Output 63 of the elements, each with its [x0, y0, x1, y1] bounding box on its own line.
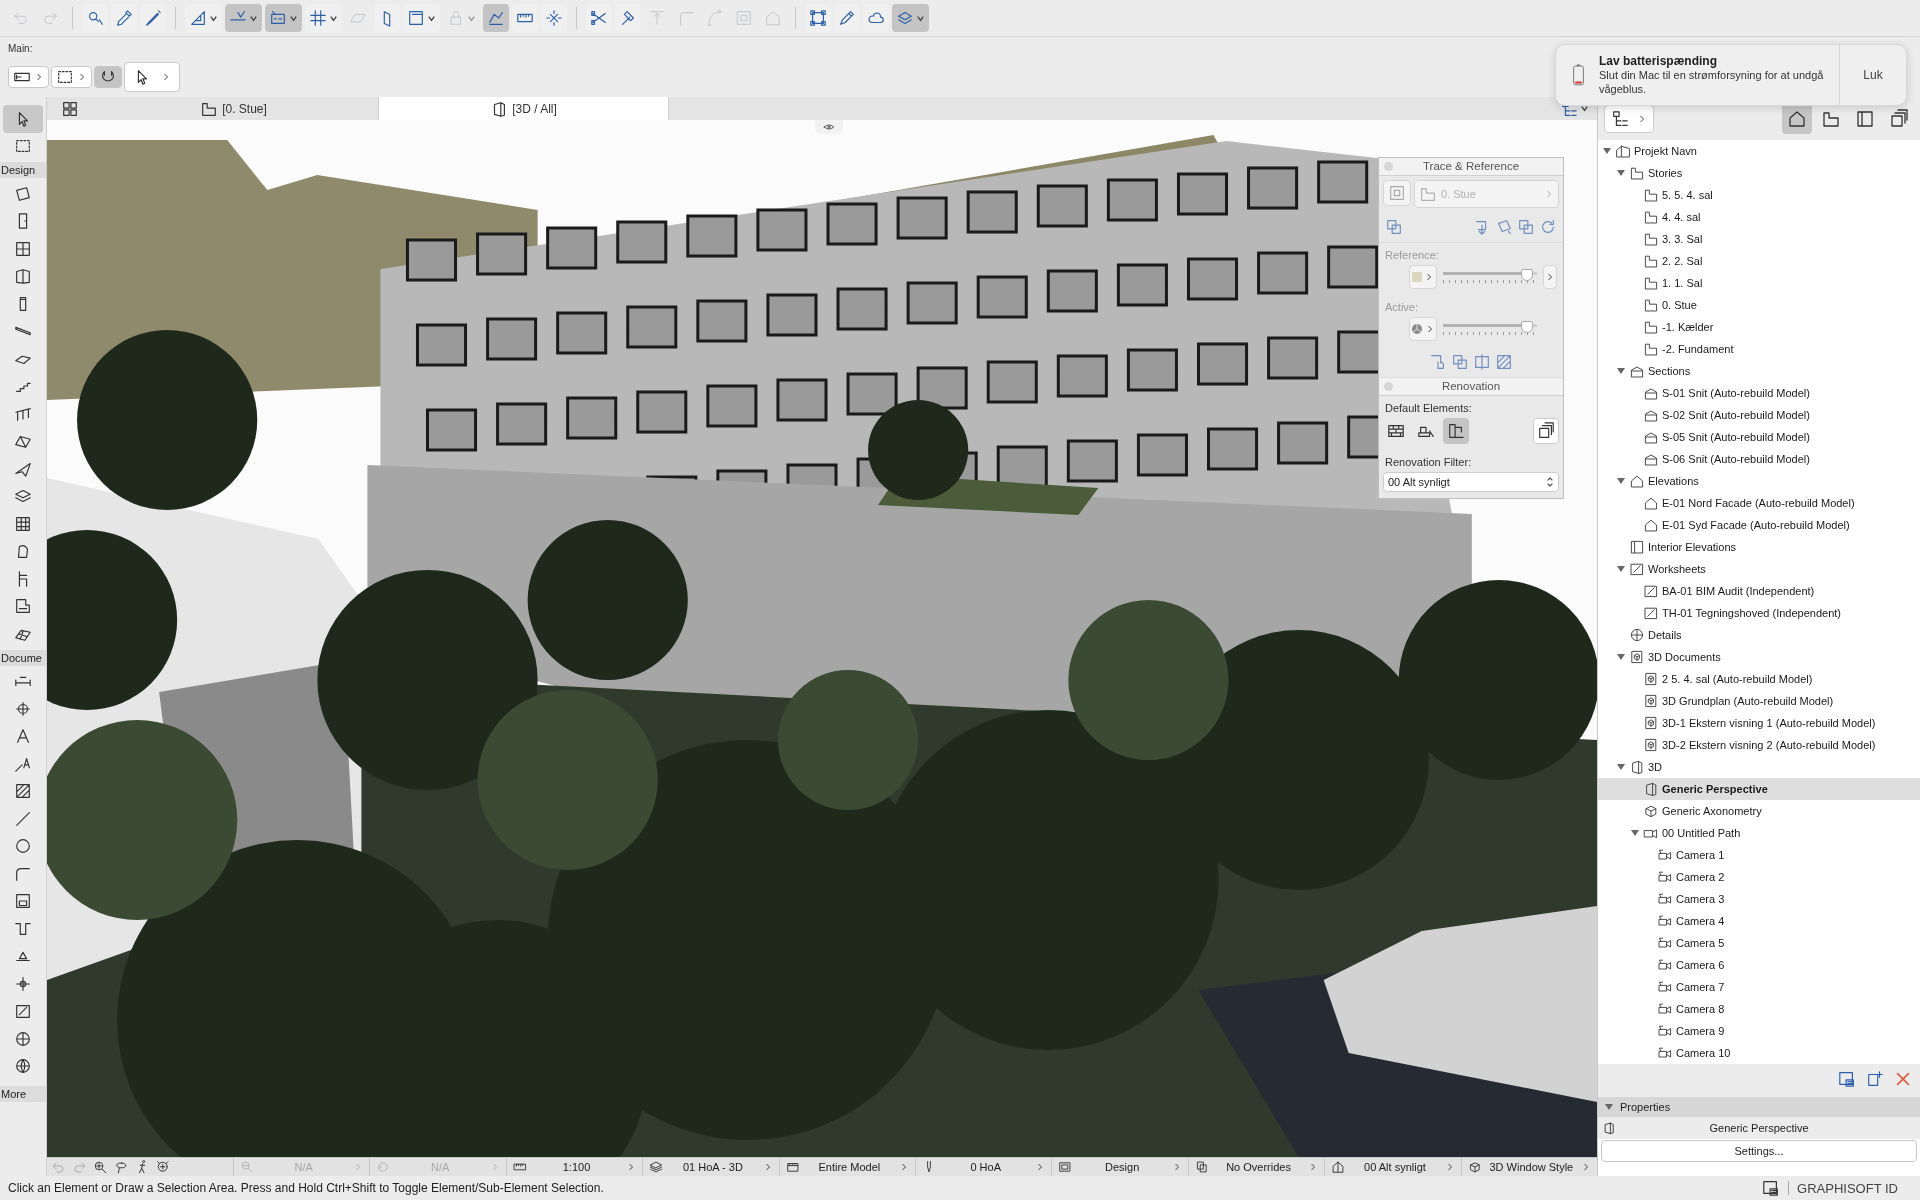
tree-item[interactable]: Elevations — [1598, 470, 1920, 492]
tree-item[interactable]: Details — [1598, 624, 1920, 646]
tree-item[interactable]: Generic Axonometry — [1598, 800, 1920, 822]
tree-item[interactable]: Camera 1 — [1598, 844, 1920, 866]
tree-item[interactable]: Camera 5 — [1598, 932, 1920, 954]
properties-header[interactable]: Properties — [1598, 1097, 1920, 1117]
palette-title: Trace & Reference — [1422, 160, 1520, 172]
tree-item[interactable]: Projekt Navn — [1598, 140, 1920, 162]
toolbox-section-header[interactable]: Docume — [0, 649, 46, 666]
tree-item[interactable]: Camera 10 — [1598, 1042, 1920, 1064]
tree-item[interactable]: S-02 Snit (Auto-rebuild Model) — [1598, 404, 1920, 426]
notification-title: Lav batterispænding — [1599, 54, 1718, 68]
tree-item[interactable]: Generic Perspective — [1598, 778, 1920, 800]
tree-item[interactable]: Camera 6 — [1598, 954, 1920, 976]
properties-title: Properties — [1620, 1101, 1671, 1113]
tree-item[interactable]: 3. 3. Sal — [1598, 228, 1920, 250]
tree-item[interactable]: S-01 Snit (Auto-rebuild Model) — [1598, 382, 1920, 404]
tree-item[interactable]: 1. 1. Sal — [1598, 272, 1920, 294]
tree-item[interactable]: BA-01 BIM Audit (Independent) — [1598, 580, 1920, 602]
toolbox-section-header[interactable]: Design — [0, 162, 46, 178]
status-message: Click an Element or Draw a Selection Area. Press and Hold Ctrl+Shift to Toggle Element/Sub-Element Selection. — [8, 1181, 604, 1195]
tree-item[interactable]: Stories — [1598, 162, 1920, 184]
tree-item[interactable]: Camera 2 — [1598, 866, 1920, 888]
tree-item[interactable]: 3D-1 Ekstern visning 1 (Auto-rebuild Model) — [1598, 712, 1920, 734]
tree-item[interactable]: Camera 8 — [1598, 998, 1920, 1020]
tree-item[interactable]: 3D Documents — [1598, 646, 1920, 668]
account-link[interactable]: GRAPHISOFT ID — [1797, 1180, 1912, 1196]
tree-item[interactable]: Sections — [1598, 360, 1920, 382]
notification-message: Slut din Mac til en strømforsyning for at undgå vågeblus. — [1599, 68, 1825, 96]
tree-item[interactable]: -2. Fundament — [1598, 338, 1920, 360]
tree-item[interactable]: 2 5. 4. sal (Auto-rebuild Model) — [1598, 668, 1920, 690]
tree-item[interactable]: 3D — [1598, 756, 1920, 778]
tree-item[interactable]: 4. 4. sal — [1598, 206, 1920, 228]
tree-item[interactable]: Interior Elevations — [1598, 536, 1920, 558]
tree-item[interactable]: 3D-2 Ekstern visning 2 (Auto-rebuild Model) — [1598, 734, 1920, 756]
tree-item[interactable]: S-05 Snit (Auto-rebuild Model) — [1598, 426, 1920, 448]
settings-button[interactable]: Settings... — [1601, 1140, 1917, 1162]
view-tab[interactable]: [3D / All] — [379, 97, 669, 120]
tree-item[interactable]: E-01 Nord Facade (Auto-rebuild Model) — [1598, 492, 1920, 514]
toolbox-section-header[interactable]: More — [0, 1086, 46, 1102]
tree-item[interactable]: Camera 4 — [1598, 910, 1920, 932]
info-box-title: Main: — [8, 43, 34, 54]
reference-label: Reference: — [1384, 248, 1440, 263]
tree-item[interactable]: 3D Grundplan (Auto-rebuild Model) — [1598, 690, 1920, 712]
palette-title: Renovation — [1441, 380, 1501, 392]
active-label: Active: — [1384, 300, 1419, 315]
default-elements-label: Default Elements: — [1384, 401, 1473, 416]
property-value: Generic Perspective — [1708, 1122, 1810, 1134]
close-notification-button[interactable]: Luk — [1840, 45, 1906, 105]
tree-item[interactable]: E-01 Syd Facade (Auto-rebuild Model) — [1598, 514, 1920, 536]
tree-item[interactable]: S-06 Snit (Auto-rebuild Model) — [1598, 448, 1920, 470]
tree-item[interactable]: Camera 9 — [1598, 1020, 1920, 1042]
tree-item[interactable]: Worksheets — [1598, 558, 1920, 580]
tree-item[interactable]: 00 Untitled Path — [1598, 822, 1920, 844]
renovation-filter-label: Renovation Filter: — [1384, 455, 1473, 470]
tree-item[interactable]: Camera 3 — [1598, 888, 1920, 910]
tree-item[interactable]: 5. 5. 4. sal — [1598, 184, 1920, 206]
tree-item[interactable]: Camera 7 — [1598, 976, 1920, 998]
tree-item[interactable]: TH-01 Tegningshoved (Independent) — [1598, 602, 1920, 624]
tree-item[interactable]: 2. 2. Sal — [1598, 250, 1920, 272]
renovation-filter-select[interactable]: 00 Alt synligt — [1383, 472, 1559, 492]
tree-item[interactable]: -1. Kælder — [1598, 316, 1920, 338]
tree-item[interactable]: 0. Stue — [1598, 294, 1920, 316]
